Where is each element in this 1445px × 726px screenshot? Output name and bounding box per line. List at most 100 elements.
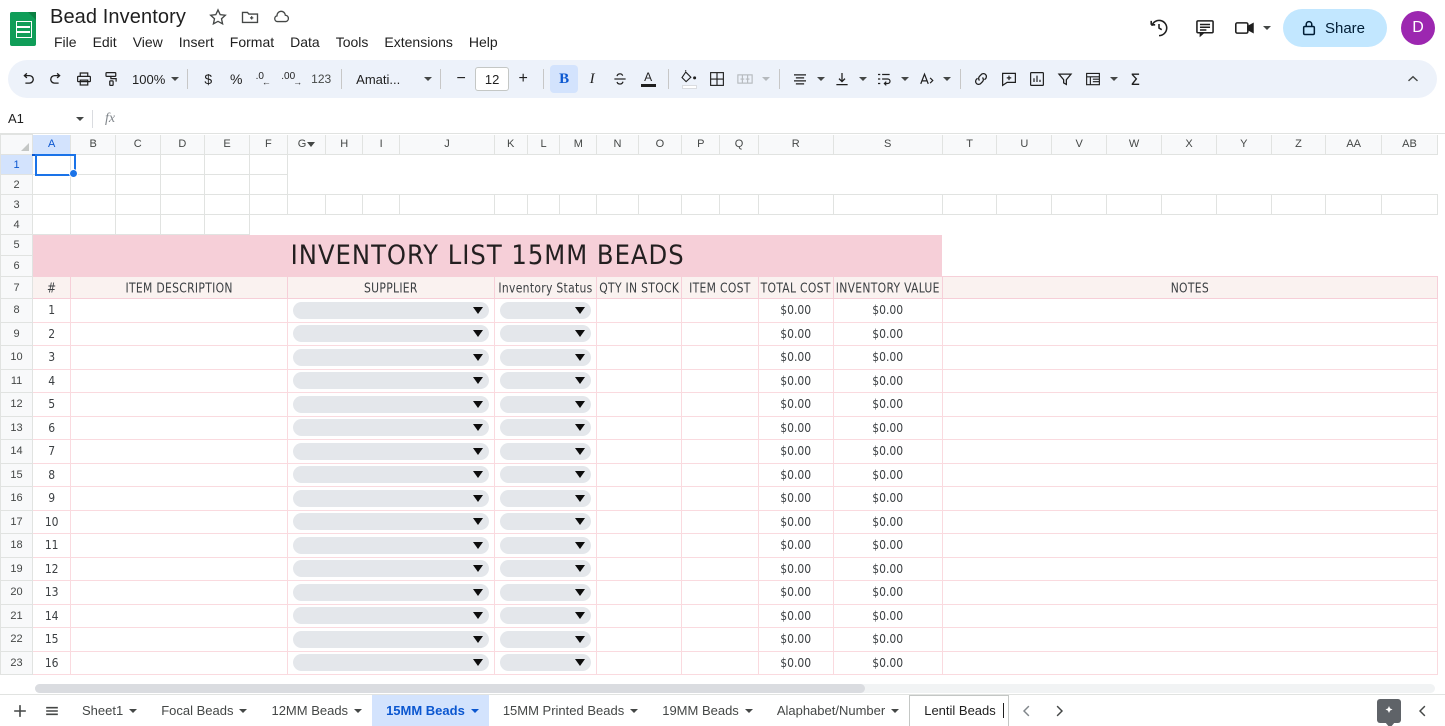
inventory-status-dropdown[interactable] — [499, 536, 592, 554]
decrease-decimal-button[interactable]: .0 ← — [250, 65, 278, 93]
banner-right-blank[interactable] — [942, 234, 1438, 277]
cell-z3[interactable] — [1270, 194, 1327, 215]
cell-inventory-status[interactable] — [493, 415, 598, 440]
row-header[interactable]: 8 — [0, 298, 34, 323]
document-title[interactable]: Bead Inventory — [46, 4, 190, 31]
cell-supplier[interactable] — [286, 392, 495, 417]
cell-item-description[interactable] — [70, 650, 288, 675]
cell-total-cost[interactable]: $0.00 — [757, 603, 834, 628]
cell-o3[interactable] — [637, 194, 683, 215]
cell-supplier[interactable] — [286, 415, 495, 440]
inventory-status-dropdown[interactable] — [499, 442, 592, 460]
print-icon[interactable] — [70, 65, 98, 93]
cell-qty-in-stock[interactable] — [596, 603, 683, 628]
supplier-dropdown[interactable] — [292, 325, 489, 343]
insert-link-icon[interactable] — [967, 65, 995, 93]
header-cell-qty-in-stock[interactable]: QTY IN STOCK — [596, 276, 683, 299]
cell-total-cost[interactable]: $0.00 — [757, 298, 834, 323]
cell-number[interactable]: 10 — [32, 509, 72, 534]
cell-item-cost[interactable] — [681, 298, 759, 323]
cells-g2-ab2[interactable] — [287, 174, 1438, 195]
cell-item-cost[interactable] — [681, 509, 759, 534]
cell-inventory-status[interactable] — [493, 321, 598, 346]
text-rotation-icon[interactable] — [912, 65, 940, 93]
column-header-w[interactable]: W — [1105, 134, 1163, 155]
cell-inventory-value[interactable]: $0.00 — [832, 415, 943, 440]
add-sheet-icon[interactable] — [4, 695, 36, 726]
menu-item-file[interactable]: File — [46, 32, 85, 52]
inventory-status-dropdown[interactable] — [499, 489, 592, 507]
header-cell-inventory-status[interactable]: Inventory Status — [493, 276, 598, 299]
cell-total-cost[interactable]: $0.00 — [757, 462, 834, 487]
cell-supplier[interactable] — [286, 650, 495, 675]
cell-inventory-value[interactable]: $0.00 — [832, 439, 943, 464]
row-header-5[interactable]: 5 — [0, 234, 34, 256]
cell-row-right-blank[interactable] — [1437, 557, 1445, 581]
header-cell-total-cost[interactable]: TOTAL COST — [757, 276, 834, 299]
cell-number[interactable]: 11 — [32, 533, 72, 558]
avatar[interactable]: D — [1401, 11, 1435, 45]
row-header[interactable]: 13 — [0, 415, 34, 440]
row-header[interactable]: 16 — [0, 486, 34, 511]
cell-inventory-value[interactable]: $0.00 — [832, 650, 943, 675]
cell-b4[interactable] — [70, 214, 116, 235]
meet-button[interactable] — [1231, 8, 1273, 48]
cell-item-cost[interactable] — [681, 392, 759, 417]
cell-number[interactable]: 3 — [32, 345, 72, 370]
cell-item-cost[interactable] — [681, 533, 759, 558]
cell-qty-in-stock[interactable] — [596, 462, 683, 487]
row-header[interactable]: 17 — [0, 509, 34, 534]
cell-row-right-blank[interactable] — [1437, 510, 1445, 534]
sheet-tab-chevron-down-icon[interactable] — [891, 708, 900, 713]
cell-e4[interactable] — [204, 214, 250, 235]
share-button[interactable]: Share — [1282, 9, 1387, 47]
cell-e1[interactable] — [204, 154, 250, 175]
cell-qty-in-stock[interactable] — [596, 486, 683, 511]
cell-l3[interactable] — [526, 194, 561, 215]
cell-item-cost[interactable] — [681, 462, 759, 487]
row-header[interactable]: 22 — [0, 627, 34, 652]
cell-item-description[interactable] — [70, 509, 288, 534]
cell-inventory-status[interactable] — [493, 392, 598, 417]
cell-row-right-blank[interactable] — [1437, 651, 1445, 675]
font-size-input[interactable] — [475, 67, 510, 91]
cell-inventory-status[interactable] — [493, 580, 598, 605]
column-header-q[interactable]: Q — [719, 134, 759, 155]
cell-number[interactable]: 16 — [32, 650, 72, 675]
cell-total-cost[interactable]: $0.00 — [757, 533, 834, 558]
cell-row-right-blank[interactable] — [1437, 604, 1445, 628]
column-header-o[interactable]: O — [637, 134, 683, 155]
menu-item-view[interactable]: View — [125, 32, 171, 52]
row-header[interactable]: 15 — [0, 462, 34, 487]
sheet-tab-19mm-beads[interactable]: 19MM Beads — [648, 695, 763, 726]
cell-row-right-blank[interactable] — [1437, 486, 1445, 510]
cell-inventory-value[interactable]: $0.00 — [832, 580, 943, 605]
supplier-dropdown[interactable] — [292, 372, 489, 390]
supplier-dropdown[interactable] — [292, 419, 489, 437]
cell-supplier[interactable] — [286, 556, 495, 581]
cell-total-cost[interactable]: $0.00 — [757, 556, 834, 581]
explore-button[interactable] — [1373, 695, 1405, 726]
row-header[interactable]: 21 — [0, 603, 34, 628]
cell-inventory-value[interactable]: $0.00 — [832, 462, 943, 487]
header-cell-item-description[interactable]: ITEM DESCRIPTION — [70, 276, 288, 299]
supplier-dropdown[interactable] — [292, 630, 489, 648]
cell-i3[interactable] — [362, 194, 401, 215]
cell-item-description[interactable] — [70, 439, 288, 464]
sheet-tab-15mm-beads[interactable]: 15MM Beads — [372, 694, 489, 726]
cell-f2[interactable] — [248, 174, 288, 195]
cell-supplier[interactable] — [286, 345, 495, 370]
row-header[interactable]: 10 — [0, 345, 34, 370]
cell-number[interactable]: 6 — [32, 415, 72, 440]
cell-item-description[interactable] — [70, 415, 288, 440]
cell-item-description[interactable] — [70, 603, 288, 628]
cell-u3[interactable] — [996, 194, 1053, 215]
bold-button[interactable]: B — [550, 65, 579, 93]
cell-inventory-status[interactable] — [493, 462, 598, 487]
cell-row-right-blank[interactable] — [1437, 533, 1445, 557]
inventory-status-dropdown[interactable] — [499, 301, 592, 319]
cell-item-cost[interactable] — [681, 486, 759, 511]
cell-inventory-status[interactable] — [493, 650, 598, 675]
row-header[interactable]: 14 — [0, 439, 34, 464]
sheet-title-banner[interactable]: INVENTORY LIST 15MM BEADS — [32, 234, 943, 277]
